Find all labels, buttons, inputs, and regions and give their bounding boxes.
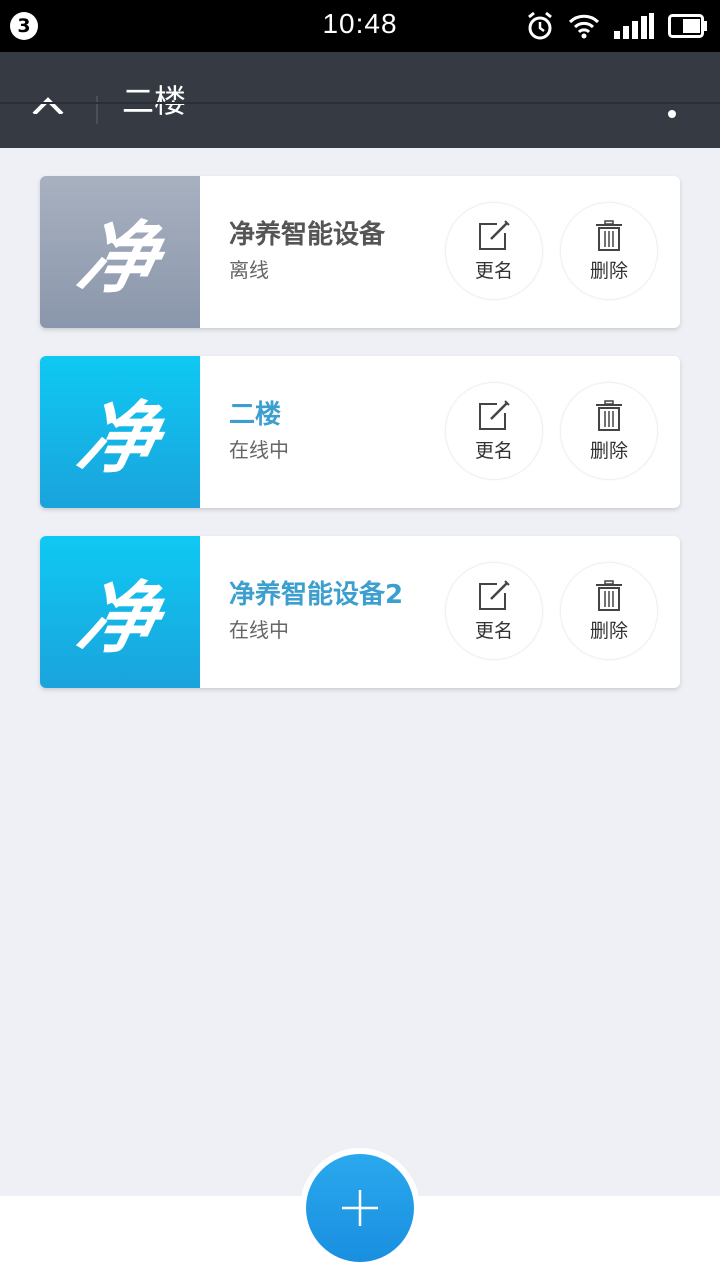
device-logo: 净 [69, 394, 168, 484]
rename-label: 更名 [474, 619, 513, 642]
rename-button[interactable]: 更名 [445, 382, 543, 480]
delete-label: 删除 [589, 439, 628, 462]
back-icon[interactable] [30, 92, 66, 118]
trash-icon [596, 219, 622, 251]
delete-label: 删除 [589, 259, 628, 282]
rename-button[interactable]: 更名 [445, 562, 543, 660]
delete-button[interactable]: 删除 [560, 562, 658, 660]
rename-label: 更名 [474, 259, 513, 282]
battery-icon [668, 14, 708, 38]
page-title: 二楼 [122, 84, 187, 118]
status-icons [526, 10, 708, 42]
device-card[interactable]: 净 净养智能设备 离线 更名 删除 [40, 176, 680, 328]
edit-icon [479, 399, 510, 430]
device-list: 净 净养智能设备 离线 更名 删除 净 二楼 在线中 更名 删除 净 净养智能设… [40, 176, 680, 716]
alarm-icon [526, 11, 554, 41]
device-thumbnail: 净 [40, 356, 200, 508]
rename-button[interactable]: 更名 [445, 202, 543, 300]
delete-button[interactable]: 删除 [560, 202, 658, 300]
trash-icon [596, 579, 622, 611]
device-thumbnail: 净 [40, 536, 200, 688]
app-bar-separator [96, 96, 98, 124]
device-status: 在线中 [229, 618, 289, 642]
device-thumbnail: 净 [40, 176, 200, 328]
signal-icon [614, 13, 654, 39]
edit-icon [479, 219, 510, 250]
edit-icon [479, 579, 510, 610]
device-name: 二楼 [229, 400, 282, 430]
device-card[interactable]: 净 净养智能设备2 在线中 更名 删除 [40, 536, 680, 688]
device-logo: 净 [69, 574, 168, 664]
device-name: 净养智能设备2 [229, 580, 404, 610]
device-logo: 净 [69, 214, 168, 304]
rename-label: 更名 [474, 439, 513, 462]
delete-label: 删除 [589, 619, 628, 642]
device-status: 在线中 [229, 438, 289, 462]
delete-button[interactable]: 删除 [560, 382, 658, 480]
app-bar [0, 52, 720, 148]
device-card[interactable]: 净 二楼 在线中 更名 删除 [40, 356, 680, 508]
device-status: 离线 [229, 258, 269, 282]
add-device-button[interactable] [306, 1154, 414, 1262]
app-bar-divider [0, 102, 720, 104]
plus-icon [342, 1190, 378, 1226]
more-icon[interactable] [668, 110, 676, 118]
wifi-icon [568, 13, 600, 39]
status-bar: 3 10:48 [0, 0, 720, 52]
trash-icon [596, 399, 622, 431]
device-name: 净养智能设备 [229, 220, 386, 250]
